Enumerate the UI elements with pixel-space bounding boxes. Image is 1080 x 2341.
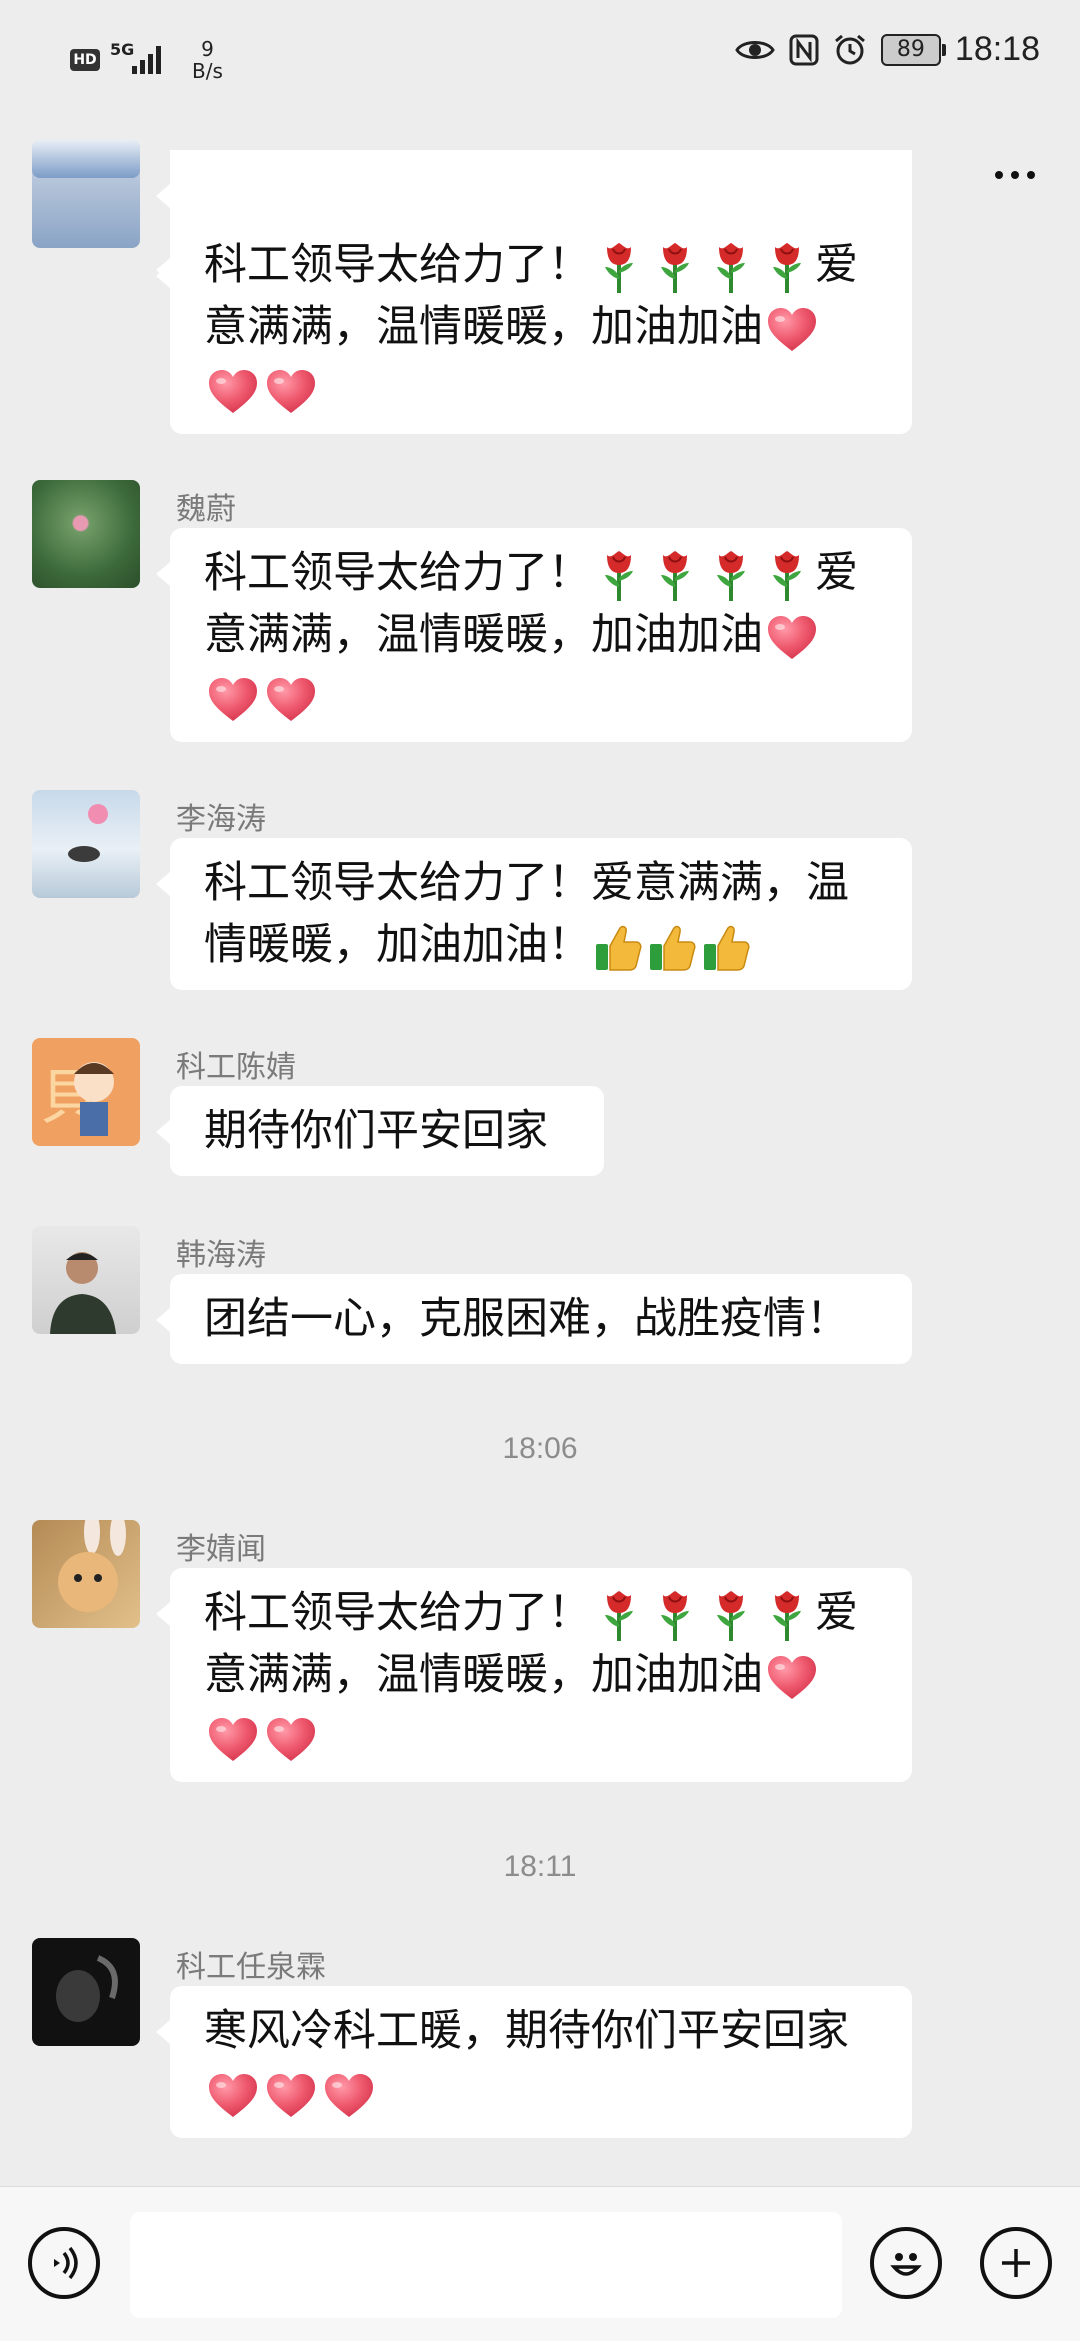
- voice-button[interactable]: [28, 2227, 100, 2299]
- avatar[interactable]: 貝: [32, 1038, 140, 1146]
- message-bubble[interactable]: 科工领导太给力了！ 爱 意满满，温情暖暖，加油加油: [156, 1568, 912, 1782]
- avatar[interactable]: [32, 1226, 140, 1334]
- rose-emoji: [767, 549, 807, 603]
- message-input[interactable]: [130, 2212, 842, 2318]
- hd-icon: HD: [70, 49, 100, 71]
- rose-emoji: [711, 549, 751, 603]
- message-text: 意满满，温情暖暖，加油加油: [204, 303, 763, 351]
- rose-emoji: [655, 241, 695, 295]
- alarm-icon: [834, 34, 865, 64]
- rose-emoji: [599, 241, 639, 295]
- heart-emoji: [207, 677, 259, 723]
- message-bubble[interactable]: 科工领导太给力了！ 爱 意满满，温情暖暖，加油加油: [156, 528, 912, 742]
- message-bubble[interactable]: 科工领导太给力了！爱意满满，温 情暖暖，加油加油！: [156, 838, 912, 990]
- eye-icon: [735, 40, 775, 59]
- message-text: 团结一心，克服困难，战胜疫情！: [204, 1295, 849, 1343]
- speed-unit: B/s: [192, 59, 223, 83]
- avatar[interactable]: [32, 790, 140, 898]
- signal-icon: 5G: [110, 40, 170, 80]
- voice-icon: [54, 2246, 78, 2280]
- rose-emoji: [767, 241, 807, 295]
- emoji-button[interactable]: [870, 2227, 942, 2299]
- message-bubble[interactable]: 科工领导太给力了！ 爱 意满满，温情暖暖，加油加油: [156, 224, 912, 434]
- message-bubble[interactable]: 团结一心，克服困难，战胜疫情！: [156, 1274, 912, 1364]
- message-text: 期待你们平安回家: [204, 1107, 548, 1155]
- thumbs-up-emoji: [700, 922, 752, 974]
- sender-name: 科工任泉霖: [176, 1951, 326, 1984]
- sender-name: 李婧闻: [176, 1533, 266, 1566]
- input-bar: [0, 2186, 1080, 2341]
- heart-emoji: [265, 677, 317, 723]
- heart-emoji: [766, 1655, 818, 1701]
- heart-emoji: [207, 2073, 259, 2119]
- rose-emoji: [711, 1589, 751, 1643]
- nfc-icon: [789, 34, 819, 65]
- message-text: 寒风冷科工暖，期待你们平安回家: [204, 2007, 849, 2055]
- timestamp: 18:11: [503, 1850, 577, 1883]
- message-text: 情暖暖，加油加油！: [204, 921, 591, 969]
- rose-emoji: [655, 1589, 695, 1643]
- avatar[interactable]: [32, 480, 140, 588]
- timestamp: 18:06: [502, 1432, 578, 1465]
- status-left: HD 5G 9 B/s: [70, 38, 223, 82]
- message-text: 爱: [815, 241, 858, 289]
- sender-name: 魏蔚: [176, 493, 236, 526]
- thumbs-up-emoji: [592, 922, 644, 974]
- heart-emoji: [766, 307, 818, 353]
- message-text: 科工领导太给力了！: [204, 1589, 591, 1637]
- avatar[interactable]: [32, 1938, 140, 2046]
- rose-emoji: [767, 1589, 807, 1643]
- rose-emoji: [599, 1589, 639, 1643]
- status-right: 89 18:18: [735, 30, 1040, 69]
- heart-emoji: [265, 369, 317, 415]
- sender-name: 韩海涛: [176, 1239, 266, 1272]
- sender-name: 李海涛: [176, 803, 266, 836]
- message-bubble[interactable]: 寒风冷科工暖，期待你们平安回家: [156, 1986, 912, 2138]
- message-text: 爱: [815, 549, 858, 597]
- status-time: 18:18: [954, 30, 1040, 68]
- message-text: 科工领导太给力了！: [204, 549, 591, 597]
- status-bar: HD 5G 9 B/s 89 18:18: [0, 0, 1080, 120]
- battery-icon: 89: [880, 33, 946, 66]
- thumbs-up-emoji: [646, 922, 698, 974]
- emoji-icon: [890, 2253, 922, 2276]
- avatar[interactable]: [32, 1520, 140, 1628]
- message-text: 意满满，温情暖暖，加油加油: [204, 611, 763, 659]
- message-text: 意满满，温情暖暖，加油加油: [204, 1651, 763, 1699]
- sender-name: 科工陈婧: [176, 1051, 296, 1084]
- rose-emoji: [599, 549, 639, 603]
- speed-value: 9: [201, 37, 214, 61]
- heart-emoji: [323, 2073, 375, 2119]
- heart-emoji: [766, 615, 818, 661]
- heart-emoji: [207, 1717, 259, 1763]
- heart-emoji: [207, 369, 259, 415]
- rose-emoji: [655, 549, 695, 603]
- message-bubble[interactable]: 期待你们平安回家: [156, 1086, 604, 1176]
- heart-emoji: [265, 1717, 317, 1763]
- message-text: 爱: [815, 1589, 858, 1637]
- plus-button[interactable]: [980, 2227, 1052, 2299]
- network-type: 5G: [110, 40, 135, 59]
- plus-icon: [1002, 2249, 1030, 2277]
- message-text: 科工领导太给力了！: [204, 241, 591, 289]
- heart-emoji: [265, 2073, 317, 2119]
- network-speed: 9 B/s: [192, 38, 223, 82]
- avatar[interactable]: [32, 140, 140, 178]
- message-text: 科工领导太给力了！爱意满满，温: [204, 859, 849, 907]
- rose-emoji: [711, 241, 751, 295]
